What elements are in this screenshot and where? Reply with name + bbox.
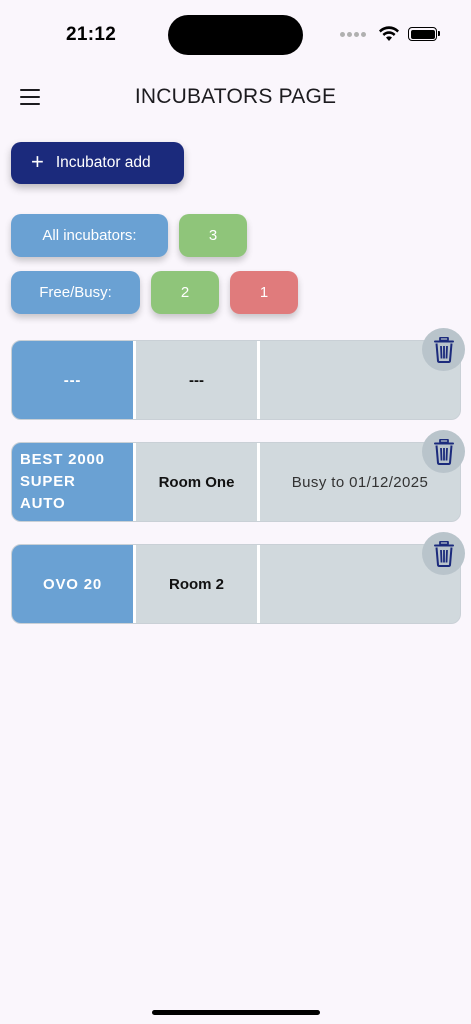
busy-count-badge: 1 — [230, 271, 298, 314]
all-incubators-chip: All incubators: — [11, 214, 168, 257]
trash-icon — [433, 438, 454, 465]
incubator-name: --- — [12, 341, 133, 419]
incubator-room: Room 2 — [136, 545, 257, 623]
status-indicators — [340, 26, 440, 42]
incubator-row[interactable]: OVO 20 Room 2 — [11, 544, 461, 624]
free-busy-chip: Free/Busy: — [11, 271, 140, 314]
incubator-row[interactable]: BEST 2000 SUPER AUTO Room One Busy to 01… — [11, 442, 461, 522]
delete-button[interactable] — [422, 532, 465, 575]
incubator-name: OVO 20 — [12, 545, 133, 623]
trash-icon — [433, 336, 454, 363]
free-busy-label: Free/Busy: — [39, 284, 112, 301]
delete-button[interactable] — [422, 328, 465, 371]
signal-icon — [340, 31, 366, 37]
all-incubators-label: All incubators: — [42, 227, 137, 244]
page-title: INCUBATORS PAGE — [134, 85, 337, 108]
plus-icon: + — [31, 149, 44, 174]
status-time: 21:12 — [66, 24, 117, 45]
trash-icon — [433, 540, 454, 567]
home-indicator[interactable] — [152, 1010, 320, 1015]
status-bar: 21:12 — [0, 0, 471, 70]
all-count: 3 — [208, 227, 218, 244]
free-count: 2 — [180, 284, 190, 301]
incubator-room: Room One — [136, 443, 257, 521]
dynamic-island — [168, 15, 303, 55]
incubator-add-button[interactable]: + Incubator add — [11, 142, 184, 184]
all-count-badge: 3 — [179, 214, 247, 257]
incubator-add-label: Incubator add — [55, 154, 151, 171]
incubator-row[interactable]: --- --- — [11, 340, 461, 420]
busy-count: 1 — [259, 284, 269, 301]
delete-button[interactable] — [422, 430, 465, 473]
incubator-name: BEST 2000 SUPER AUTO — [12, 443, 133, 521]
incubator-room: --- — [136, 341, 257, 419]
battery-icon — [408, 27, 440, 41]
free-count-badge: 2 — [151, 271, 219, 314]
wifi-icon — [379, 26, 399, 41]
